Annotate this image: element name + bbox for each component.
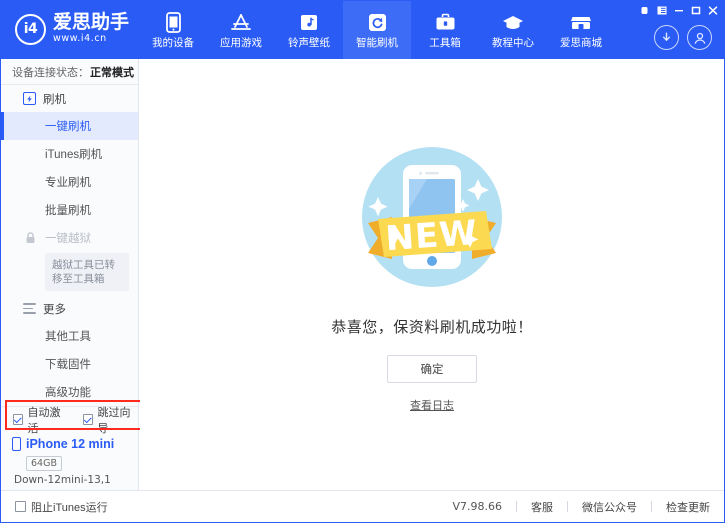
main-content: NEW 恭喜您，保资料刷机成功啦！ 确定 查看日志 (140, 59, 724, 490)
store-icon (570, 12, 592, 34)
nav-item-apps-games[interactable]: 应用游戏 (207, 1, 275, 59)
device-connection-status: 设备连接状态： 正常模式 (1, 59, 138, 85)
nav-label: 爱思商城 (560, 37, 602, 49)
sidebar-item-label: 批量刷机 (45, 202, 91, 218)
nav-item-toolbox[interactable]: 工具箱 (411, 1, 479, 59)
menu-button[interactable] (654, 4, 669, 17)
block-itunes-checkbox[interactable]: 阻止iTunes运行 (15, 499, 108, 515)
graduation-icon (502, 12, 524, 34)
main-nav: 我的设备 应用游戏 (139, 1, 615, 59)
brand-url: www.i4.cn (53, 33, 129, 45)
check-update-link[interactable]: 检查更新 (666, 499, 710, 515)
new-phone-badge-illustration: NEW (346, 131, 518, 308)
nav-label: 教程中心 (492, 37, 534, 49)
nav-label: 我的设备 (152, 37, 194, 49)
refresh-icon (368, 12, 387, 34)
appstore-icon (230, 12, 252, 34)
sidebar-item-label: 专业刷机 (45, 174, 91, 190)
account-icon[interactable] (687, 25, 712, 50)
device-model: Down-12mini-13,1 (14, 474, 139, 486)
sidebar-item-label: 其他工具 (45, 328, 91, 344)
jailbreak-tooltip: 越狱工具已转移至工具箱 (45, 253, 129, 291)
phone-icon (166, 12, 181, 34)
sidebar-item-label: 下载固件 (45, 356, 91, 372)
lock-icon (25, 232, 36, 244)
checkbox-box (13, 414, 23, 425)
flash-icon (23, 92, 36, 105)
app-header: i4 爱思助手 www.i4.cn 我的设备 (1, 1, 724, 59)
sidebar-group-label: 刷机 (43, 91, 66, 107)
nav-label: 工具箱 (429, 37, 461, 49)
sidebar-item-itunes-flash[interactable]: iTunes刷机 (1, 140, 138, 168)
confirm-button[interactable]: 确定 (387, 355, 477, 383)
sidebar-item-batch-flash[interactable]: 批量刷机 (1, 196, 138, 224)
sidebar-group-flash: 刷机 (1, 85, 138, 112)
nav-item-store[interactable]: 爱思商城 (547, 1, 615, 59)
customer-service-link[interactable]: 客服 (531, 499, 553, 515)
nav-label: 应用游戏 (220, 37, 262, 49)
download-icon[interactable] (654, 25, 679, 50)
music-icon (300, 12, 318, 34)
nav-item-my-device[interactable]: 我的设备 (139, 1, 207, 59)
sidebar-group-more: 更多 (1, 295, 138, 322)
list-icon (23, 302, 36, 315)
divider (516, 501, 517, 512)
sidebar-item-advanced[interactable]: 高级功能 (1, 378, 138, 406)
sidebar: 设备连接状态： 正常模式 刷机 一键刷机 iTunes刷机 专业刷机 批量刷机 (1, 59, 139, 490)
view-log-link[interactable]: 查看日志 (410, 397, 454, 413)
app-window: i4 爱思助手 www.i4.cn 我的设备 (0, 0, 725, 523)
header-actions (654, 25, 712, 50)
minimize-button[interactable] (671, 4, 686, 17)
nav-item-ringtones-wallpaper[interactable]: 铃声壁纸 (275, 1, 343, 59)
auto-activate-checkbox[interactable]: 自动激活 (13, 404, 69, 436)
window-controls (637, 4, 720, 17)
sidebar-item-download-firmware[interactable]: 下载固件 (1, 350, 138, 378)
device-status-label: 设备连接状态： (12, 64, 89, 80)
checkbox-label: 自动激活 (27, 404, 69, 436)
sidebar-item-label: iTunes刷机 (45, 146, 102, 162)
success-message: 恭喜您，保资料刷机成功啦！ (331, 316, 533, 337)
checkbox-box (83, 414, 93, 425)
brand-logo: i4 爱思助手 www.i4.cn (15, 13, 129, 45)
checkbox-box (15, 501, 26, 512)
close-button[interactable] (705, 4, 720, 17)
device-card[interactable]: iPhone 12 mini 64GB Down-12mini-13,1 (1, 432, 139, 490)
sidebar-item-one-key-flash[interactable]: 一键刷机 (1, 112, 138, 140)
device-name: iPhone 12 mini (26, 436, 114, 452)
maximize-button[interactable] (688, 4, 703, 17)
sidebar-group-label: 更多 (43, 301, 66, 317)
version-label: V7.98.66 (452, 500, 502, 513)
checkbox-label: 跳过向导 (97, 404, 139, 436)
device-status-value: 正常模式 (90, 64, 134, 80)
skin-button[interactable] (637, 4, 652, 17)
sidebar-item-jailbreak: 一键越狱 (1, 224, 138, 252)
sidebar-item-label: 高级功能 (45, 384, 91, 400)
divider (567, 501, 568, 512)
device-phone-icon (12, 437, 21, 451)
sidebar-item-label: 一键刷机 (45, 118, 91, 134)
toolbox-icon (435, 12, 456, 34)
sidebar-item-other-tools[interactable]: 其他工具 (1, 322, 138, 350)
device-capacity-badge: 64GB (26, 456, 62, 471)
wechat-link[interactable]: 微信公众号 (582, 499, 637, 515)
brand-name: 爱思助手 (53, 13, 129, 33)
nav-label: 铃声壁纸 (288, 37, 330, 49)
skip-setup-checkbox[interactable]: 跳过向导 (83, 404, 139, 436)
sidebar-item-label: 一键越狱 (45, 230, 91, 246)
sidebar-item-pro-flash[interactable]: 专业刷机 (1, 168, 138, 196)
status-bar: 阻止iTunes运行 V7.98.66 客服 微信公众号 检查更新 (1, 490, 724, 522)
nav-item-tutorials[interactable]: 教程中心 (479, 1, 547, 59)
nav-label: 智能刷机 (356, 37, 398, 49)
nav-item-smart-flash[interactable]: 智能刷机 (343, 1, 411, 59)
divider (651, 501, 652, 512)
i4-logo-icon: i4 (15, 14, 46, 45)
sidebar-options: 自动激活 跳过向导 (1, 406, 139, 430)
block-itunes-label: 阻止iTunes运行 (31, 499, 108, 515)
